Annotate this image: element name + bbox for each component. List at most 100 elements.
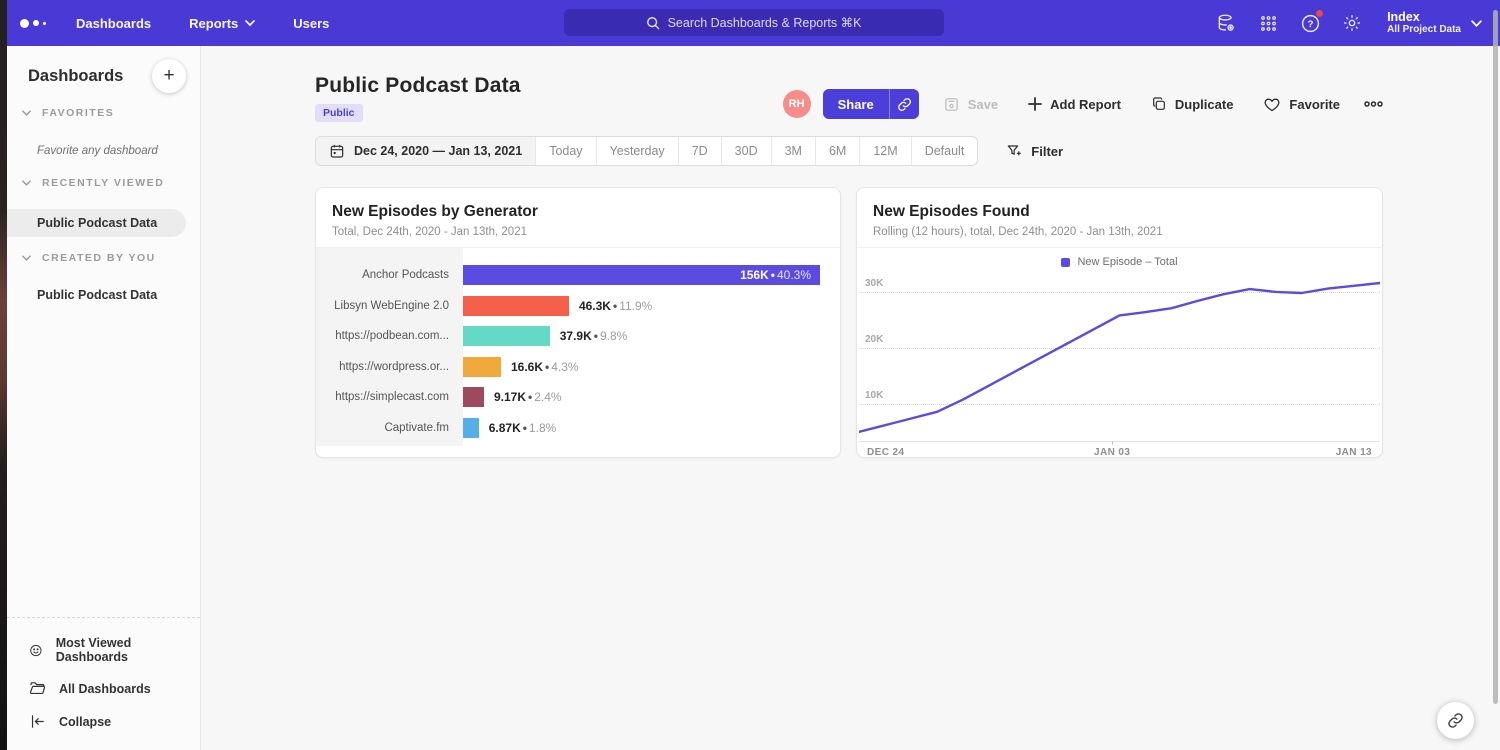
- card-new-episodes-found: New Episodes Found Rolling (12 hours), t…: [856, 187, 1383, 458]
- preset-default[interactable]: Default: [911, 137, 978, 165]
- favorite-button[interactable]: Favorite: [1263, 96, 1340, 113]
- data-management-icon[interactable]: [1215, 12, 1237, 34]
- bar[interactable]: [463, 296, 569, 316]
- public-badge: Public: [315, 104, 363, 122]
- link-icon: [897, 97, 912, 112]
- ellipsis-icon: [1364, 101, 1383, 107]
- chevron-down-icon: [22, 110, 31, 116]
- date-range-control: Dec 24, 2020 — Jan 13, 2021 Today Yester…: [315, 136, 978, 166]
- section-created-by-you[interactable]: CREATED BY YOU: [22, 252, 156, 264]
- xtick-dec24: DEC 24: [867, 447, 904, 458]
- chevron-down-icon: [22, 180, 31, 186]
- preset-3m[interactable]: 3M: [771, 137, 815, 165]
- project-name: Index: [1387, 10, 1461, 24]
- card-subtitle: Total, Dec 24th, 2020 - Jan 13th, 2021: [332, 226, 824, 238]
- nav-dashboards[interactable]: Dashboards: [76, 16, 151, 31]
- top-navbar: Dashboards Reports Users Search Dashboar…: [7, 0, 1500, 46]
- x-axis: DEC 24 JAN 03 JAN 13: [859, 442, 1380, 462]
- section-favorites[interactable]: FAVORITES: [22, 107, 114, 119]
- all-dashboards-button[interactable]: All Dashboards: [7, 672, 200, 705]
- sidebar-item-public-podcast-data[interactable]: Public Podcast Data: [7, 209, 186, 237]
- bar[interactable]: 156K•40.3%: [463, 265, 820, 285]
- card-title: New Episodes Found: [873, 203, 1366, 221]
- project-selector[interactable]: Index All Project Data: [1387, 10, 1482, 36]
- nav-users[interactable]: Users: [293, 16, 329, 31]
- chevron-down-icon: [22, 255, 31, 261]
- bar-chart: Anchor Podcasts 156K•40.3% Libsyn WebEng…: [316, 248, 840, 446]
- duplicate-button[interactable]: Duplicate: [1151, 96, 1234, 112]
- help-icon[interactable]: ?: [1299, 12, 1321, 34]
- chevron-down-icon: [245, 20, 255, 26]
- search-placeholder: Search Dashboards & Reports ⌘K: [668, 15, 862, 30]
- bar-row: https://wordpress.or... 16.6K•4.3%: [316, 352, 840, 383]
- line-series: [859, 274, 1380, 442]
- card-new-episodes-by-generator: New Episodes by Generator Total, Dec 24t…: [315, 187, 841, 458]
- preset-7d[interactable]: 7D: [678, 137, 721, 165]
- preset-30d[interactable]: 30D: [721, 137, 771, 165]
- filter-button[interactable]: Filter: [1006, 143, 1063, 159]
- share-button[interactable]: Share: [823, 89, 889, 119]
- xtick-jan13: JAN 13: [1336, 447, 1372, 458]
- search-input[interactable]: Search Dashboards & Reports ⌘K: [564, 9, 944, 36]
- legend-marker: [1061, 258, 1070, 267]
- apps-grid-icon[interactable]: [1257, 12, 1279, 34]
- preset-yesterday[interactable]: Yesterday: [596, 137, 678, 165]
- sidebar-item-public-podcast-data-created[interactable]: Public Podcast Data: [7, 281, 186, 309]
- share-button-group: Share: [823, 89, 919, 119]
- search-icon: [646, 16, 660, 30]
- bar-row: https://simplecast.com 9.17K•2.4%: [316, 382, 840, 413]
- bar-row: Captivate.fm 6.87K•1.8%: [316, 413, 840, 444]
- link-icon: [1447, 712, 1464, 729]
- preset-today[interactable]: Today: [535, 137, 595, 165]
- bar-row: Anchor Podcasts 156K•40.3%: [316, 260, 840, 291]
- avatar[interactable]: RH: [783, 90, 811, 118]
- app-logo-icon[interactable]: [20, 19, 46, 28]
- section-recently-viewed[interactable]: RECENTLY VIEWED: [22, 177, 164, 189]
- settings-gear-icon[interactable]: [1341, 12, 1363, 34]
- nav-reports[interactable]: Reports: [189, 16, 255, 31]
- add-dashboard-button[interactable]: +: [152, 59, 186, 93]
- folder-icon: [29, 680, 46, 697]
- bar[interactable]: [463, 418, 479, 438]
- card-title: New Episodes by Generator: [332, 203, 824, 221]
- sidebar-footer: Most Viewed Dashboards All Dashboards Co…: [7, 617, 200, 750]
- card-subtitle: Rolling (12 hours), total, Dec 24th, 202…: [873, 226, 1366, 238]
- bar-row: Libsyn WebEngine 2.0 46.3K•11.9%: [316, 291, 840, 322]
- add-report-button[interactable]: Add Report: [1028, 97, 1121, 112]
- notification-badge: [1315, 9, 1324, 18]
- calendar-icon: [329, 143, 345, 159]
- heart-icon: [1263, 96, 1281, 113]
- main-content: Public Podcast Data Public RH Share Save…: [202, 46, 1500, 750]
- page-title: Public Podcast Data: [315, 74, 521, 98]
- date-range-button[interactable]: Dec 24, 2020 — Jan 13, 2021: [316, 137, 535, 165]
- desktop-edge-strip: [0, 0, 7, 750]
- preset-6m[interactable]: 6M: [815, 137, 859, 165]
- more-options-button[interactable]: [1364, 101, 1383, 107]
- sidebar: Dashboards + FAVORITES Favorite any dash…: [7, 46, 201, 750]
- chevron-down-icon: [1471, 20, 1482, 27]
- bar[interactable]: [463, 326, 550, 346]
- plus-icon: [1028, 97, 1042, 111]
- smiley-icon: [29, 642, 43, 659]
- collapse-sidebar-button[interactable]: Collapse: [7, 705, 200, 738]
- filter-funnel-icon: [1006, 143, 1022, 159]
- save-button[interactable]: Save: [943, 96, 998, 113]
- bar-row: https://podbean.com... 37.9K•9.8%: [316, 321, 840, 352]
- preset-12m[interactable]: 12M: [859, 137, 910, 165]
- xtick-jan03: JAN 03: [1094, 447, 1130, 458]
- favorites-empty-text: Favorite any dashboard: [37, 145, 158, 157]
- bar[interactable]: [463, 387, 484, 407]
- collapse-left-icon: [29, 713, 46, 730]
- share-link-button[interactable]: [889, 89, 919, 119]
- floating-share-link-button[interactable]: [1437, 702, 1474, 739]
- chart-legend: New Episode – Total: [857, 248, 1382, 268]
- most-viewed-dashboards-button[interactable]: Most Viewed Dashboards: [7, 628, 200, 672]
- project-subtitle: All Project Data: [1387, 24, 1461, 36]
- page-scrollbar[interactable]: [1493, 10, 1498, 704]
- duplicate-icon: [1151, 96, 1167, 112]
- line-chart: 30K 20K 10K: [859, 274, 1380, 442]
- sidebar-title: Dashboards: [28, 67, 123, 86]
- svg-text:?: ?: [1307, 19, 1313, 30]
- bar[interactable]: [463, 357, 501, 377]
- save-icon: [943, 96, 960, 113]
